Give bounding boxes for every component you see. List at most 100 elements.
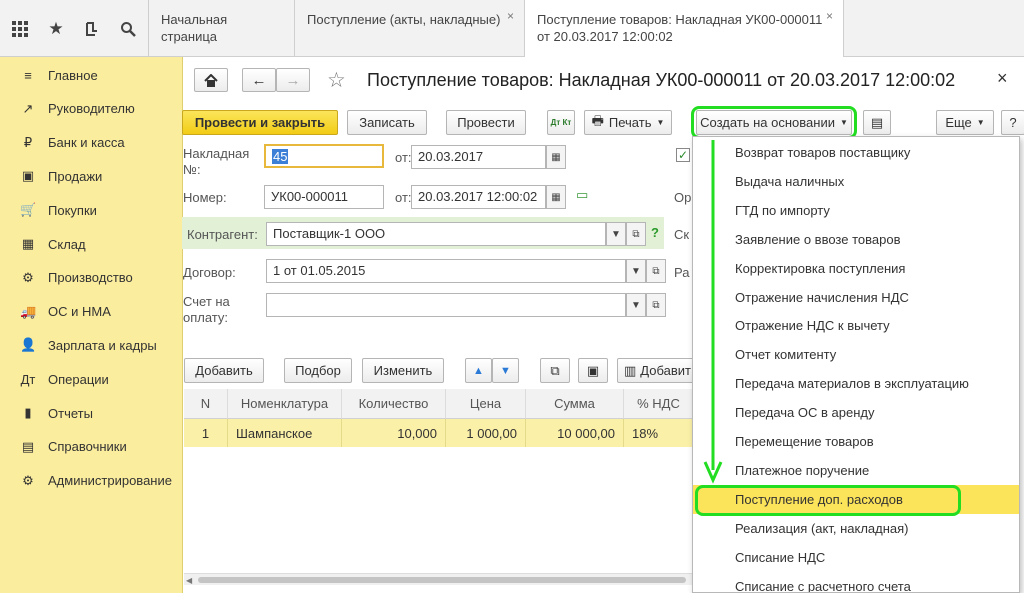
menu-item[interactable]: Списание НДС: [693, 543, 1019, 572]
add-by-barcode-button[interactable]: ▥ Добавит: [617, 358, 697, 383]
sidebar-item-manager[interactable]: ↗ Руководителю: [0, 94, 183, 124]
annotation-highlight-frame: [695, 485, 961, 516]
add-row-button[interactable]: Добавить: [184, 358, 264, 383]
more-button[interactable]: Еще ▼: [936, 110, 994, 135]
sidebar: ≡ Главное ↗ Руководителю ₽ Банк и касса ▣ Прода…: [0, 57, 183, 593]
sidebar-item-production[interactable]: ⚙ Производство: [0, 263, 183, 293]
tab-goods-receipt[interactable]: Поступление товаров: Накладная УК00-0000…: [524, 0, 844, 58]
tab-receipts-list[interactable]: Поступление (акты, накладные) ×: [294, 0, 524, 57]
table-cell-vat[interactable]: 18%: [624, 419, 694, 447]
calendar-icon[interactable]: ▦: [546, 145, 566, 169]
chevron-down-icon[interactable]: ▼: [606, 222, 626, 246]
sidebar-icon: ▮: [24, 405, 32, 420]
scrollbar-thumb[interactable]: [198, 577, 686, 583]
chevron-down-icon[interactable]: ▼: [626, 293, 646, 317]
column-header-number[interactable]: N: [184, 389, 228, 419]
checkbox[interactable]: ✓: [676, 148, 690, 162]
move-down-button[interactable]: ▼: [492, 358, 519, 383]
open-icon[interactable]: ⧉: [646, 293, 666, 317]
copy-button[interactable]: ⧉: [540, 358, 570, 383]
chevron-down-icon[interactable]: ▼: [626, 259, 646, 283]
calendar-icon[interactable]: ▦: [546, 185, 566, 209]
create-based-on-menu: Возврат товаров поставщику Выдача наличны…: [692, 136, 1020, 593]
sidebar-icon: 👤: [20, 337, 37, 353]
table-cell-nomenclature[interactable]: Шампанское: [228, 419, 342, 447]
menu-item[interactable]: Передача ОС в аренду: [693, 398, 1019, 427]
sidebar-item-payroll[interactable]: 👤 Зарплата и кадры: [0, 330, 183, 360]
menu-item[interactable]: Отражение НДС к вычету: [693, 311, 1019, 340]
open-icon[interactable]: ⧉: [626, 222, 646, 246]
history-icon[interactable]: [74, 0, 110, 57]
close-icon[interactable]: ×: [507, 8, 514, 25]
sidebar-item-assets[interactable]: 🚚 ОС и НМА: [0, 297, 183, 327]
sidebar-icon: Дт: [20, 371, 36, 387]
sidebar-icon: 🚚: [20, 303, 37, 319]
bill-field[interactable]: [266, 293, 626, 317]
table-cell-quantity[interactable]: 10,000: [342, 419, 446, 447]
horizontal-scrollbar[interactable]: ◀: [184, 573, 692, 585]
sidebar-item-directories[interactable]: ▤ Справочники: [0, 432, 183, 462]
table-cell-number[interactable]: 1: [184, 419, 228, 447]
doc-status-icon[interactable]: ▭: [576, 187, 588, 203]
star-icon[interactable]: ★: [38, 0, 74, 57]
table-cell-price[interactable]: 1 000,00: [446, 419, 526, 447]
sidebar-item-main[interactable]: ≡ Главное: [0, 60, 183, 90]
help-icon[interactable]: ?: [651, 225, 659, 240]
menu-item[interactable]: Отчет комитенту: [693, 340, 1019, 369]
sidebar-item-purchases[interactable]: 🛒 Покупки: [0, 195, 183, 225]
search-icon[interactable]: [110, 0, 146, 57]
contractor-field[interactable]: Поставщик-1 ООО: [266, 222, 606, 246]
close-icon[interactable]: ×: [997, 68, 1008, 89]
dt-kt-button[interactable]: Дт Кт: [547, 110, 575, 135]
back-button[interactable]: ←: [242, 68, 276, 92]
menu-item[interactable]: Отражение начисления НДС: [693, 283, 1019, 312]
number-field[interactable]: УК00-000011: [264, 185, 384, 209]
column-header-nomenclature[interactable]: Номенклатура: [228, 389, 342, 419]
forward-button[interactable]: →: [276, 68, 310, 92]
sidebar-item-sales[interactable]: ▣ Продажи: [0, 161, 183, 191]
open-icon[interactable]: ⧉: [646, 259, 666, 283]
column-header-sum[interactable]: Сумма: [526, 389, 624, 419]
save-button[interactable]: Записать: [347, 110, 427, 135]
sidebar-item-reports[interactable]: ▮ Отчеты: [0, 398, 183, 428]
column-header-price[interactable]: Цена: [446, 389, 526, 419]
menu-item[interactable]: Платежное поручение: [693, 456, 1019, 485]
pick-button[interactable]: Подбор: [284, 358, 352, 383]
tab-label: Начальная страница: [161, 12, 228, 44]
structure-button[interactable]: ▤: [863, 110, 891, 135]
menu-item[interactable]: Списание с расчетного счета: [693, 572, 1019, 593]
invoice-number-field[interactable]: 45: [264, 144, 384, 168]
table-cell-sum[interactable]: 10 000,00: [526, 419, 624, 447]
number-date-field[interactable]: 20.03.2017 12:00:02: [411, 185, 546, 209]
post-button[interactable]: Провести: [446, 110, 526, 135]
favorite-star-icon[interactable]: ☆: [327, 68, 346, 93]
tab-home[interactable]: Начальная страница: [148, 0, 294, 57]
menu-item[interactable]: Корректировка поступления: [693, 254, 1019, 283]
menu-item[interactable]: ГТД по импорту: [693, 196, 1019, 225]
help-button[interactable]: ?: [1001, 110, 1024, 135]
menu-item[interactable]: Реализация (акт, накладная): [693, 514, 1019, 543]
sidebar-item-admin[interactable]: ⚙ Администрирование: [0, 466, 183, 496]
sidebar-item-bank[interactable]: ₽ Банк и касса: [0, 128, 183, 158]
sidebar-item-operations[interactable]: Дт Операции: [0, 364, 183, 394]
menu-item[interactable]: Перемещение товаров: [693, 427, 1019, 456]
apps-grid-icon[interactable]: [2, 0, 38, 57]
menu-item[interactable]: Передача материалов в эксплуатацию: [693, 369, 1019, 398]
menu-item[interactable]: Возврат товаров поставщику: [693, 138, 1019, 167]
sidebar-item-warehouse[interactable]: ▦ Склад: [0, 229, 183, 259]
print-button[interactable]: 🖶 Печать ▼: [584, 110, 672, 135]
arrow-left-icon[interactable]: ◀: [186, 576, 192, 585]
invoice-date-field[interactable]: 20.03.2017: [411, 145, 546, 169]
menu-item[interactable]: Выдача наличных: [693, 167, 1019, 196]
home-button[interactable]: [194, 68, 228, 92]
column-header-vat[interactable]: % НДС: [624, 389, 694, 419]
column-header-quantity[interactable]: Количество: [342, 389, 446, 419]
menu-item[interactable]: Заявление о ввозе товаров: [693, 225, 1019, 254]
change-button[interactable]: Изменить: [362, 358, 444, 383]
move-up-button[interactable]: ▲: [465, 358, 492, 383]
chevron-down-icon: ▼: [976, 118, 985, 127]
close-icon[interactable]: ×: [826, 8, 833, 25]
post-and-close-button[interactable]: Провести и закрыть: [182, 110, 338, 135]
paste-button[interactable]: ▣: [578, 358, 608, 383]
contract-field[interactable]: 1 от 01.05.2015: [266, 259, 626, 283]
